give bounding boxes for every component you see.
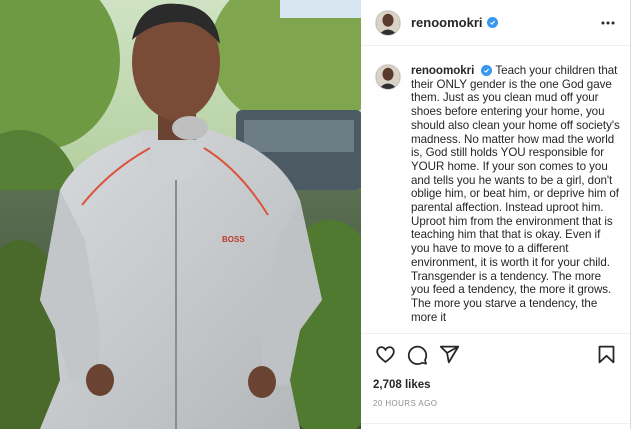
action-icons-row — [373, 340, 618, 368]
like-count[interactable]: 2,708 likes — [373, 379, 618, 391]
add-comment-divider — [361, 423, 630, 429]
heart-icon[interactable] — [373, 342, 397, 366]
post-side-panel: renoomokri renoomokri Teach your childre… — [361, 0, 630, 429]
caption-avatar[interactable] — [375, 64, 401, 90]
avatar-image — [376, 65, 400, 89]
post-actions: 2,708 likes 20 HOURS AGO — [361, 333, 630, 429]
more-options-icon[interactable] — [598, 13, 618, 33]
post-header: renoomokri — [361, 0, 630, 46]
bookmark-icon[interactable] — [594, 342, 618, 366]
caption-area: renoomokri Teach your children that thei… — [361, 46, 630, 333]
caption-text: Teach your children that their ONLY gend… — [411, 64, 620, 324]
instagram-post: BOSS renoomokri renoomokri Teach your ch… — [0, 0, 631, 429]
header-username[interactable]: renoomokri — [411, 15, 483, 30]
post-photo[interactable]: BOSS — [0, 0, 361, 429]
post-timestamp[interactable]: 20 HOURS AGO — [373, 399, 618, 408]
post-photo-image: BOSS — [0, 0, 361, 429]
jacket-logo: BOSS — [222, 235, 245, 244]
verified-badge-icon — [481, 65, 493, 77]
avatar[interactable] — [375, 9, 401, 36]
share-icon[interactable] — [437, 342, 461, 366]
avatar-image — [376, 10, 400, 35]
verified-badge-icon — [486, 17, 498, 28]
comment-icon[interactable] — [405, 342, 429, 366]
caption-username[interactable]: renoomokri — [411, 64, 474, 77]
post-caption: renoomokri Teach your children that thei… — [411, 64, 620, 333]
